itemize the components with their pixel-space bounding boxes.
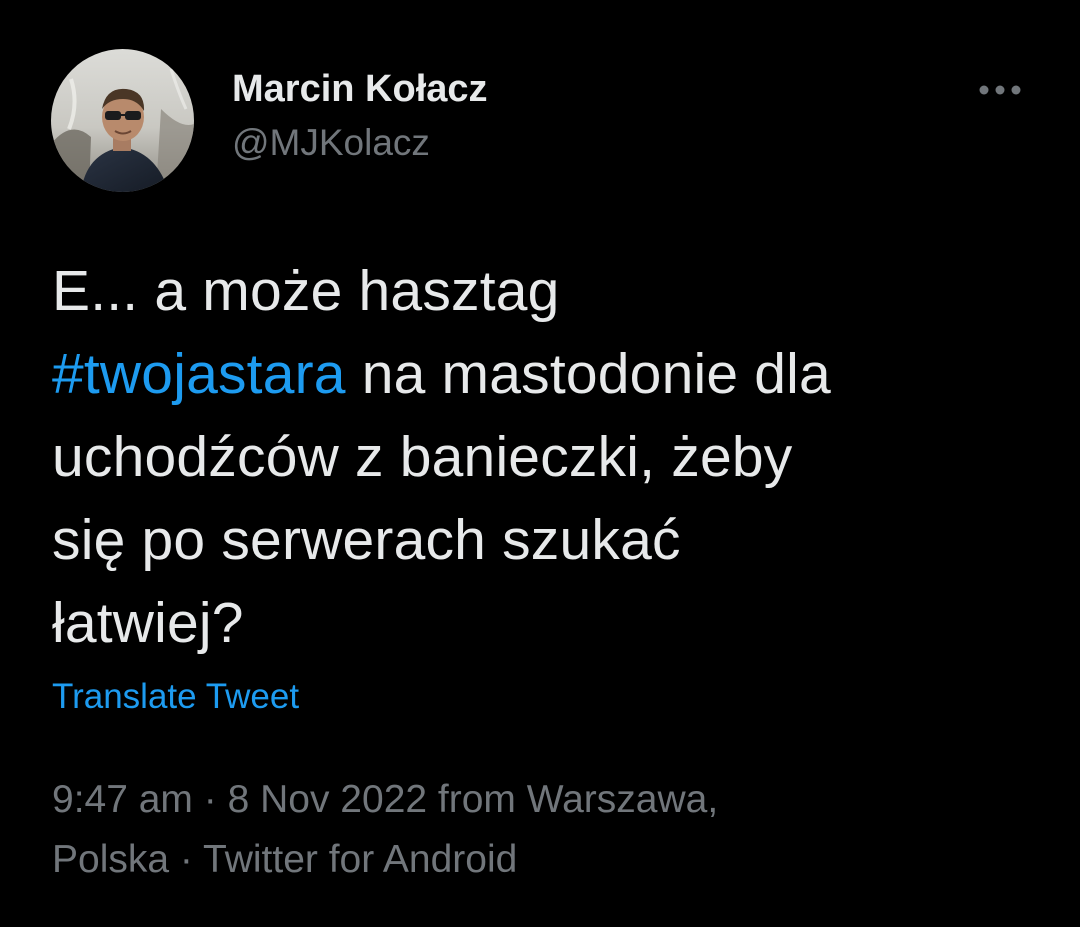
tweet-text-line: uchodźców z banieczki, żeby bbox=[52, 425, 793, 489]
tweet-location-cont: Polska bbox=[52, 838, 170, 881]
separator: · bbox=[192, 778, 228, 821]
author-avatar[interactable] bbox=[51, 49, 194, 192]
metadata-line: 9:47 am · 8 Nov 2022 from Warszawa, bbox=[52, 770, 1042, 830]
separator: · bbox=[169, 838, 204, 881]
tweet-metadata: 9:47 am · 8 Nov 2022 from Warszawa, Pols… bbox=[52, 770, 1042, 890]
more-options-button[interactable] bbox=[968, 68, 1032, 112]
user-avatar-photo-icon bbox=[51, 49, 194, 192]
author-handle[interactable]: @MJKolacz bbox=[232, 120, 488, 166]
tweet-text-line: się po serwerach szukać bbox=[52, 508, 681, 572]
tweet-source-link[interactable]: Twitter for Android bbox=[203, 838, 517, 881]
translate-tweet-link[interactable]: Translate Tweet bbox=[52, 674, 299, 720]
metadata-line: Polska · Twitter for Android bbox=[52, 830, 1042, 890]
tweet-text-line: E... a może hasztag bbox=[52, 259, 560, 323]
hashtag-link[interactable]: #twojastara bbox=[52, 342, 346, 406]
author-display-name[interactable]: Marcin Kołacz bbox=[232, 66, 488, 112]
tweet-text-line: łatwiej? bbox=[52, 591, 244, 655]
tweet-time-link[interactable]: 9:47 am bbox=[52, 778, 193, 821]
tweet-card: Marcin Kołacz @MJKolacz E... a może hasz… bbox=[0, 0, 1080, 927]
author-info: Marcin Kołacz @MJKolacz bbox=[232, 66, 488, 166]
more-horizontal-icon bbox=[979, 85, 1021, 95]
tweet-text-segment: na mastodonie dla bbox=[345, 342, 831, 406]
tweet-location: from Warszawa, bbox=[427, 778, 719, 821]
tweet-date-link[interactable]: 8 Nov 2022 bbox=[228, 778, 427, 821]
tweet-text: E... a może hasztag #twojastara na masto… bbox=[52, 250, 1042, 665]
tweet-text-line: #twojastara na mastodonie dla bbox=[52, 333, 1042, 416]
